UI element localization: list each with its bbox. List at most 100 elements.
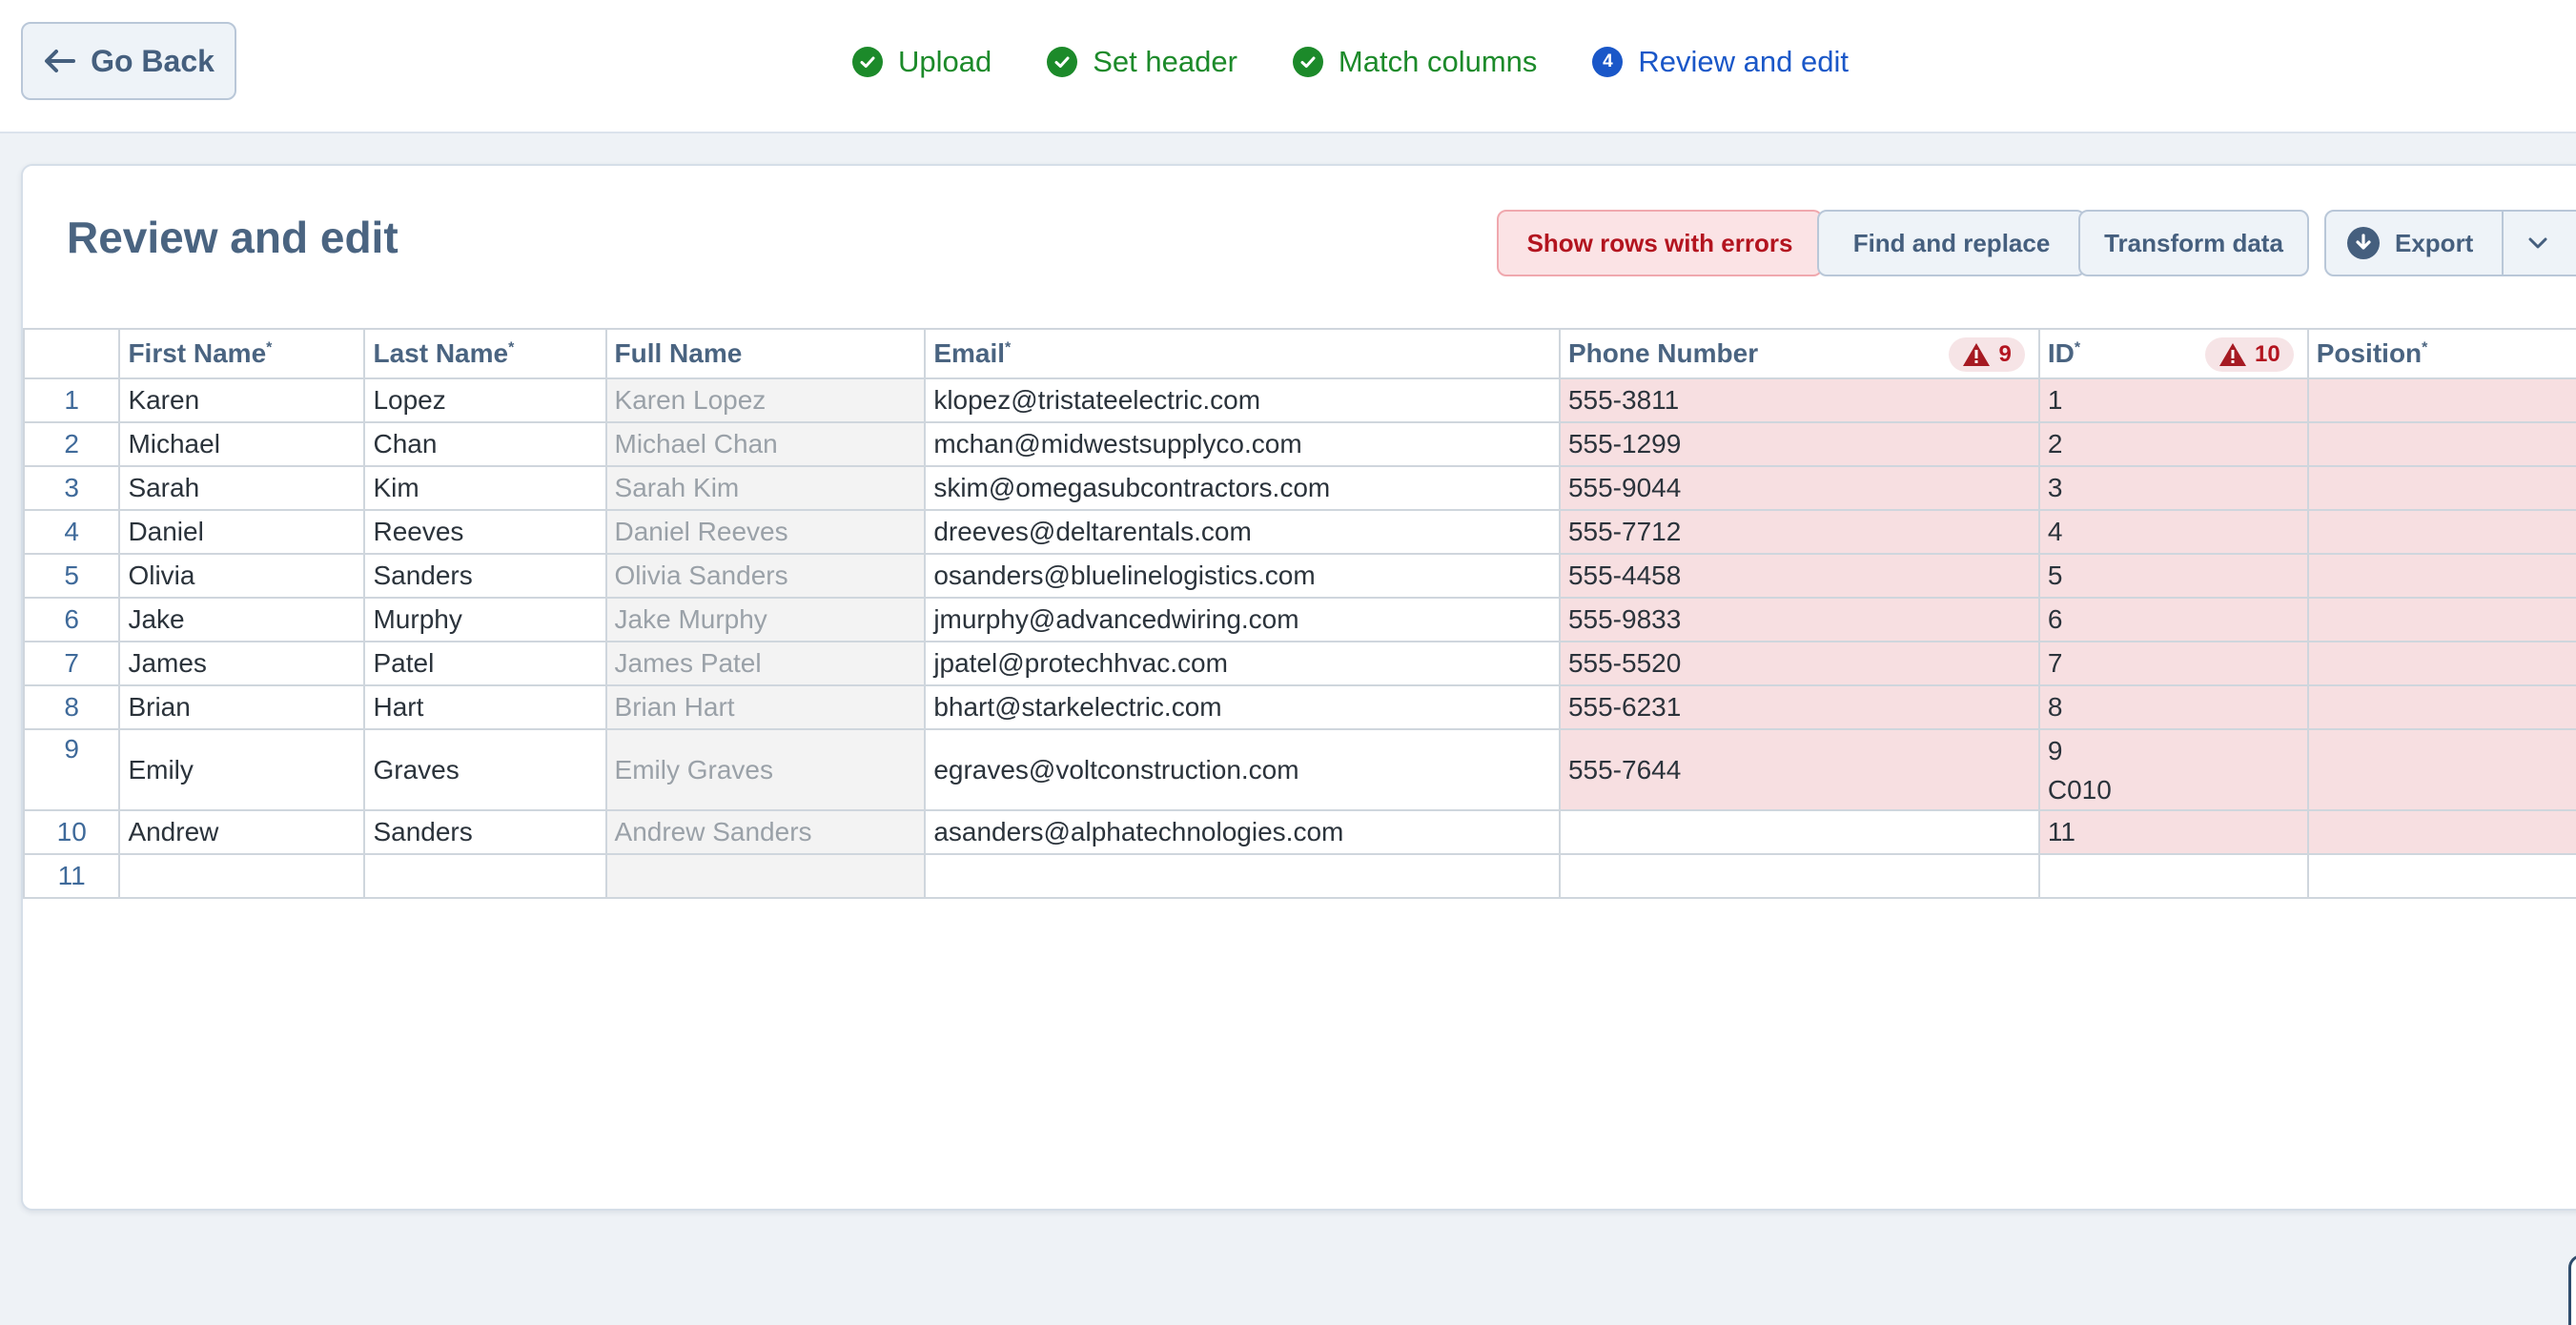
row-number[interactable]: 5 bbox=[23, 553, 121, 599]
floating-panel-edge[interactable] bbox=[2568, 1254, 2576, 1325]
cell-first-name[interactable]: Jake bbox=[118, 597, 366, 642]
cell-position[interactable] bbox=[2306, 377, 2576, 423]
column-header-id[interactable]: ID* 10 bbox=[2037, 328, 2309, 379]
cell-phone-number[interactable]: 555-3811 bbox=[1558, 377, 2040, 423]
cell-last-name[interactable]: Murphy bbox=[363, 597, 607, 642]
cell-phone-number[interactable]: 555-4458 bbox=[1558, 553, 2040, 599]
row-number[interactable]: 8 bbox=[23, 684, 121, 730]
cell-phone-number[interactable] bbox=[1558, 809, 2040, 855]
cell-last-name[interactable]: Hart bbox=[363, 684, 607, 730]
cell-position[interactable] bbox=[2306, 597, 2576, 642]
cell-last-name[interactable]: Sanders bbox=[363, 553, 607, 599]
column-header-phone-number[interactable]: Phone Number 9 bbox=[1558, 328, 2040, 379]
cell-id[interactable]: 11 bbox=[2037, 809, 2309, 855]
cell-last-name[interactable] bbox=[363, 853, 607, 899]
cell-full-name[interactable]: Andrew Sanders bbox=[604, 809, 927, 855]
column-header-last-name[interactable]: Last Name* bbox=[363, 328, 607, 379]
cell-id[interactable]: 5 bbox=[2037, 553, 2309, 599]
cell-first-name[interactable]: Emily bbox=[118, 728, 366, 811]
cell-phone-number[interactable] bbox=[1558, 853, 2040, 899]
cell-email[interactable]: jmurphy@advancedwiring.com bbox=[924, 597, 1561, 642]
cell-first-name[interactable]: Karen bbox=[118, 377, 366, 423]
column-header-first-name[interactable]: First Name* bbox=[118, 328, 366, 379]
row-number[interactable]: 6 bbox=[23, 597, 121, 642]
cell-email[interactable]: skim@omegasubcontractors.com bbox=[924, 465, 1561, 511]
cell-full-name[interactable]: Brian Hart bbox=[604, 684, 927, 730]
cell-id[interactable]: 6 bbox=[2037, 597, 2309, 642]
cell-email[interactable]: osanders@bluelinelogistics.com bbox=[924, 553, 1561, 599]
row-number[interactable]: 9 bbox=[23, 728, 121, 811]
cell-first-name[interactable]: Michael bbox=[118, 421, 366, 467]
cell-first-name[interactable] bbox=[118, 853, 366, 899]
cell-position[interactable] bbox=[2306, 684, 2576, 730]
cell-first-name[interactable]: Sarah bbox=[118, 465, 366, 511]
cell-full-name[interactable]: Karen Lopez bbox=[604, 377, 927, 423]
cell-position[interactable] bbox=[2306, 465, 2576, 511]
cell-full-name[interactable]: James Patel bbox=[604, 641, 927, 686]
cell-phone-number[interactable]: 555-9833 bbox=[1558, 597, 2040, 642]
cell-phone-number[interactable]: 555-5520 bbox=[1558, 641, 2040, 686]
transform-data-button[interactable]: Transform data bbox=[2078, 210, 2309, 276]
cell-full-name[interactable]: Jake Murphy bbox=[604, 597, 927, 642]
cell-position[interactable] bbox=[2306, 509, 2576, 555]
cell-first-name[interactable]: James bbox=[118, 641, 366, 686]
cell-position[interactable] bbox=[2306, 421, 2576, 467]
cell-position[interactable] bbox=[2306, 641, 2576, 686]
cell-last-name[interactable]: Graves bbox=[363, 728, 607, 811]
cell-email[interactable]: jpatel@protechhvac.com bbox=[924, 641, 1561, 686]
cell-email[interactable]: klopez@tristateelectric.com bbox=[924, 377, 1561, 423]
cell-first-name[interactable]: Daniel bbox=[118, 509, 366, 555]
cell-phone-number[interactable]: 555-7644 bbox=[1558, 728, 2040, 811]
go-back-button[interactable]: Go Back bbox=[21, 22, 236, 100]
cell-last-name[interactable]: Patel bbox=[363, 641, 607, 686]
cell-email[interactable]: asanders@alphatechnologies.com bbox=[924, 809, 1561, 855]
cell-first-name[interactable]: Olivia bbox=[118, 553, 366, 599]
row-number[interactable]: 10 bbox=[23, 809, 121, 855]
show-rows-with-errors-button[interactable]: Show rows with errors bbox=[1497, 210, 1823, 276]
column-header-position[interactable]: Position* bbox=[2306, 328, 2576, 379]
cell-id[interactable]: 9 C010 bbox=[2037, 728, 2309, 811]
cell-id[interactable]: 4 bbox=[2037, 509, 2309, 555]
cell-id[interactable]: 1 bbox=[2037, 377, 2309, 423]
find-and-replace-button[interactable]: Find and replace bbox=[1817, 210, 2086, 276]
download-circle-icon[interactable] bbox=[2347, 227, 2380, 259]
cell-position[interactable] bbox=[2306, 809, 2576, 855]
cell-first-name[interactable]: Brian bbox=[118, 684, 366, 730]
cell-position[interactable] bbox=[2306, 853, 2576, 899]
cell-id[interactable] bbox=[2037, 853, 2309, 899]
row-number[interactable]: 2 bbox=[23, 421, 121, 467]
cell-email[interactable]: mchan@midwestsupplyco.com bbox=[924, 421, 1561, 467]
column-header-full-name[interactable]: Full Name bbox=[604, 328, 927, 379]
cell-last-name[interactable]: Kim bbox=[363, 465, 607, 511]
column-header-email[interactable]: Email* bbox=[924, 328, 1561, 379]
cell-full-name[interactable]: Olivia Sanders bbox=[604, 553, 927, 599]
chevron-down-icon[interactable] bbox=[2525, 233, 2551, 254]
cell-full-name[interactable]: Sarah Kim bbox=[604, 465, 927, 511]
cell-full-name[interactable]: Emily Graves bbox=[604, 728, 927, 811]
cell-id[interactable]: 8 bbox=[2037, 684, 2309, 730]
cell-position[interactable] bbox=[2306, 728, 2576, 811]
cell-phone-number[interactable]: 555-7712 bbox=[1558, 509, 2040, 555]
row-number[interactable]: 3 bbox=[23, 465, 121, 511]
cell-phone-number[interactable]: 555-6231 bbox=[1558, 684, 2040, 730]
cell-email[interactable]: egraves@voltconstruction.com bbox=[924, 728, 1561, 811]
cell-email[interactable]: bhart@starkelectric.com bbox=[924, 684, 1561, 730]
error-count-badge[interactable]: 10 bbox=[2205, 337, 2294, 372]
export-button[interactable]: Export bbox=[2395, 229, 2473, 258]
cell-last-name[interactable]: Lopez bbox=[363, 377, 607, 423]
cell-last-name[interactable]: Sanders bbox=[363, 809, 607, 855]
error-count-badge[interactable]: 9 bbox=[1949, 337, 2025, 372]
cell-first-name[interactable]: Andrew bbox=[118, 809, 366, 855]
cell-email[interactable]: dreeves@deltarentals.com bbox=[924, 509, 1561, 555]
cell-phone-number[interactable]: 555-9044 bbox=[1558, 465, 2040, 511]
row-number[interactable]: 4 bbox=[23, 509, 121, 555]
cell-email[interactable] bbox=[924, 853, 1561, 899]
cell-last-name[interactable]: Chan bbox=[363, 421, 607, 467]
cell-phone-number[interactable]: 555-1299 bbox=[1558, 421, 2040, 467]
cell-full-name[interactable]: Daniel Reeves bbox=[604, 509, 927, 555]
cell-full-name[interactable] bbox=[604, 853, 927, 899]
row-number[interactable]: 7 bbox=[23, 641, 121, 686]
cell-position[interactable] bbox=[2306, 553, 2576, 599]
cell-id[interactable]: 7 bbox=[2037, 641, 2309, 686]
cell-full-name[interactable]: Michael Chan bbox=[604, 421, 927, 467]
